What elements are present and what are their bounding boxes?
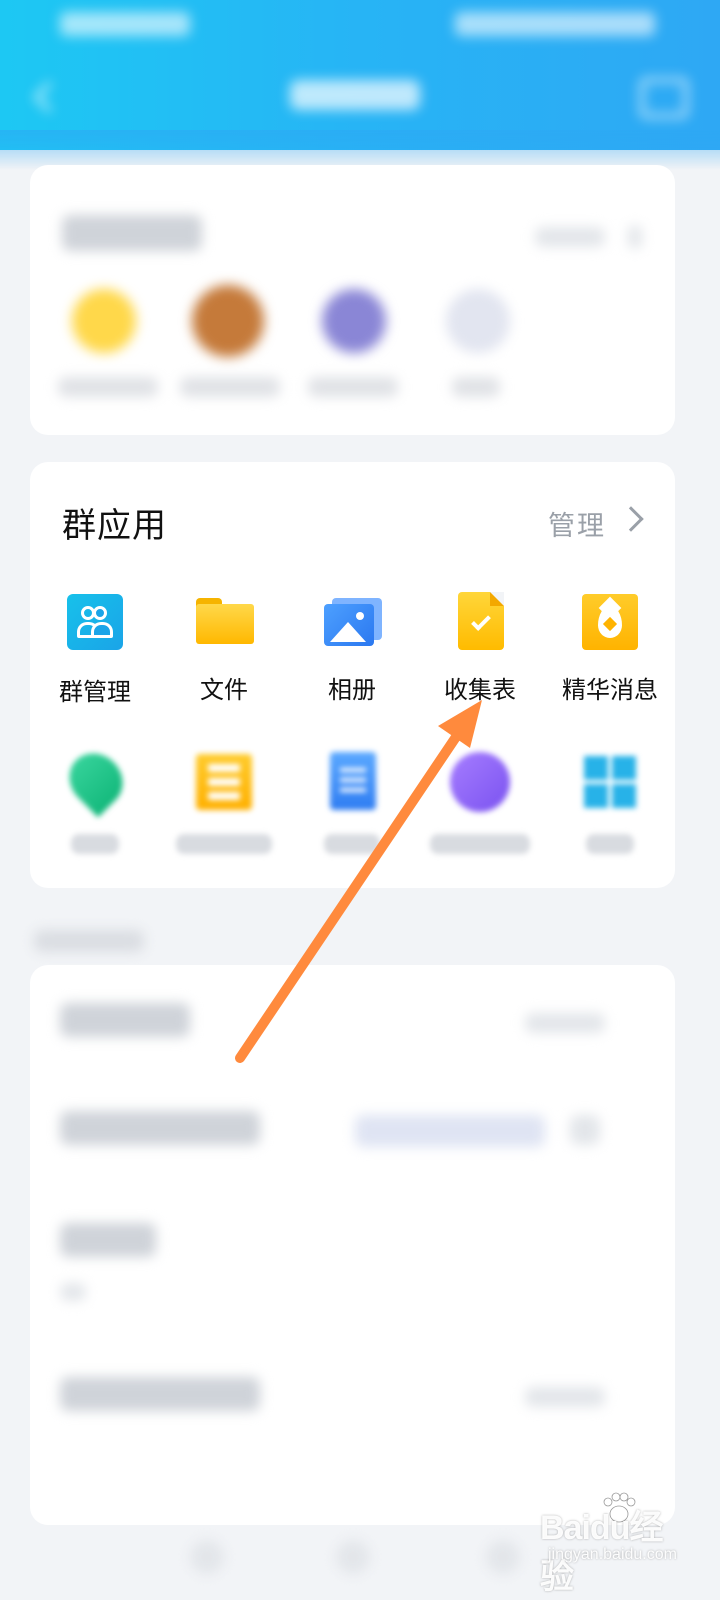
baidu-jingyan-watermark: Baidu经验 jingyan.baidu.com [540, 1490, 690, 1596]
arrow-shaft [235, 723, 467, 1063]
arrow-head [438, 700, 482, 748]
annotation-arrow [235, 700, 482, 1063]
watermark-url: jingyan.baidu.com [548, 1546, 677, 1563]
